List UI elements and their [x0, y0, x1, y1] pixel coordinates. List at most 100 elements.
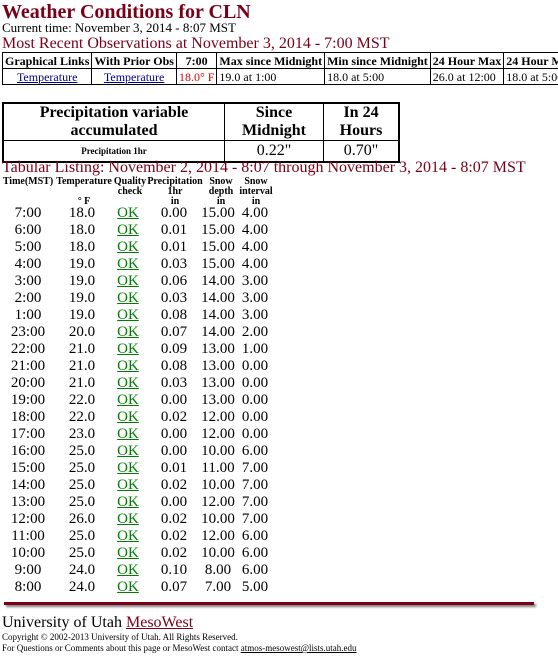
observations-data-row: Temperature Temperature 18.0° F 19.0 at … [1, 68, 558, 85]
quality-check-link[interactable]: OK [111, 392, 145, 409]
cell-depth: 13.00 [201, 341, 235, 357]
cell-time: 6:00 [14, 222, 42, 238]
quality-check-link[interactable]: OK [111, 205, 145, 222]
cell-time: 9:00 [14, 562, 42, 578]
cell-depth: 7.00 [204, 579, 232, 595]
header-max-since-midnight: Max since Midnight [216, 52, 326, 69]
cell-precip: 0.06 [160, 273, 188, 289]
cell-temp: 25.0 [68, 545, 96, 561]
header-since-midnight: Since Midnight [224, 102, 324, 141]
cell-depth: 13.00 [201, 375, 235, 391]
cell-depth: 14.00 [201, 273, 235, 289]
header-graphical-links: Graphical Links [1, 52, 93, 69]
quality-check-link[interactable]: OK [111, 426, 145, 443]
cell-temp: 26.0 [68, 511, 96, 527]
cell-depth: 11.00 [201, 460, 235, 476]
precipitation-header-row: Precipitation variable accumulated Since… [2, 102, 400, 141]
quality-check-link[interactable]: OK [111, 307, 145, 324]
cell-time: 23:00 [10, 324, 46, 340]
quality-check-link[interactable]: OK [111, 409, 145, 426]
cell-depth: 10.00 [201, 545, 235, 561]
cell-precip: 0.03 [160, 290, 188, 306]
cell-time: 15:00 [10, 460, 46, 476]
header-with-prior-obs: With Prior Obs [91, 52, 177, 69]
min-24-hour: 18.0 at 5:00 [503, 68, 558, 85]
observations-table: Graphical Links With Prior Obs 7:00 Max … [1, 52, 558, 85]
quality-check-link[interactable]: OK [111, 324, 145, 341]
cell-time: 4:00 [14, 256, 42, 272]
cell-interval: 0.00 [241, 409, 269, 425]
cell-time: 5:00 [14, 239, 42, 255]
quality-check-link[interactable]: OK [111, 460, 145, 477]
mesowest-link[interactable]: MesoWest [126, 614, 193, 631]
cell-precip: 0.01 [160, 222, 188, 238]
cell-interval: 3.00 [241, 307, 269, 323]
cell-temp: 18.0 [68, 222, 96, 238]
quality-check-link[interactable]: OK [111, 273, 145, 290]
header-24-hour-max: 24 Hour Max [429, 52, 505, 69]
current-temperature: 18.0° F [175, 68, 218, 85]
temperature-graph-link[interactable]: Temperature [17, 70, 77, 84]
quality-check-link[interactable]: OK [111, 443, 145, 460]
col-header-precipitation: Precipitation 1hr in [147, 176, 203, 207]
quality-check-link[interactable]: OK [111, 256, 145, 273]
header-in-24-hours: In 24 Hours [323, 102, 400, 141]
cell-temp: 21.0 [68, 341, 96, 357]
quality-check-link[interactable]: OK [111, 239, 145, 256]
quality-check-link[interactable]: OK [111, 528, 145, 545]
cell-temp: 22.0 [68, 392, 96, 408]
quality-check-link[interactable]: OK [111, 290, 145, 307]
cell-interval: 7.00 [241, 494, 269, 510]
cell-temp: 25.0 [68, 460, 96, 476]
cell-interval: 0.00 [241, 426, 269, 442]
quality-check-link[interactable]: OK [111, 511, 145, 528]
cell-depth: 10.00 [201, 477, 235, 493]
quality-check-link[interactable]: OK [111, 375, 145, 392]
cell-temp: 18.0 [68, 205, 96, 221]
cell-precip: 0.02 [160, 409, 188, 425]
cell-precip: 0.00 [160, 205, 188, 221]
cell-depth: 14.00 [201, 290, 235, 306]
recent-observations-heading: Most Recent Observations at November 3, … [2, 35, 390, 52]
contact-email-link[interactable]: atmos-mesowest@lists.utah.edu [241, 643, 357, 653]
cell-interval: 3.00 [241, 273, 269, 289]
cell-temp: 25.0 [68, 494, 96, 510]
cell-interval: 4.00 [241, 256, 269, 272]
header-24-hour-min: 24 Hour Min [503, 52, 558, 69]
cell-time: 19:00 [10, 392, 46, 408]
cell-interval: 0.00 [241, 358, 269, 374]
cell-temp: 19.0 [68, 290, 96, 306]
col-header-snow-interval: Snow interval in [239, 176, 273, 207]
quality-check-link[interactable]: OK [111, 494, 145, 511]
cell-interval: 7.00 [241, 460, 269, 476]
cell-precip: 0.08 [160, 307, 188, 323]
cell-depth: 12.00 [201, 494, 235, 510]
cell-precip: 0.00 [160, 426, 188, 442]
max-since-midnight: 19.0 at 1:00 [216, 68, 326, 85]
cell-temp: 19.0 [68, 256, 96, 272]
quality-check-link[interactable]: OK [111, 579, 145, 596]
min-since-midnight: 18.0 at 5:00 [324, 68, 431, 85]
cell-precip: 0.09 [160, 341, 188, 357]
col-header-snow-depth: Snow depth in [208, 176, 234, 207]
cell-time: 16:00 [10, 443, 46, 459]
quality-check-link[interactable]: OK [111, 545, 145, 562]
cell-depth: 14.00 [201, 324, 235, 340]
cell-interval: 4.00 [241, 222, 269, 238]
quality-check-link[interactable]: OK [111, 358, 145, 375]
cell-interval: 6.00 [241, 545, 269, 561]
cell-interval: 7.00 [241, 511, 269, 527]
cell-time: 13:00 [10, 494, 46, 510]
cell-interval: 7.00 [241, 477, 269, 493]
quality-check-link[interactable]: OK [111, 341, 145, 358]
prior-obs-link-cell: Temperature [91, 68, 177, 85]
cell-time: 22:00 [10, 341, 46, 357]
quality-check-link[interactable]: OK [111, 562, 145, 579]
quality-check-link[interactable]: OK [111, 222, 145, 239]
temperature-prior-obs-link[interactable]: Temperature [104, 70, 164, 84]
quality-check-link[interactable]: OK [111, 477, 145, 494]
cell-time: 18:00 [10, 409, 46, 425]
cell-precip: 0.00 [160, 392, 188, 408]
cell-depth: 13.00 [201, 392, 235, 408]
cell-precip: 0.03 [160, 375, 188, 391]
